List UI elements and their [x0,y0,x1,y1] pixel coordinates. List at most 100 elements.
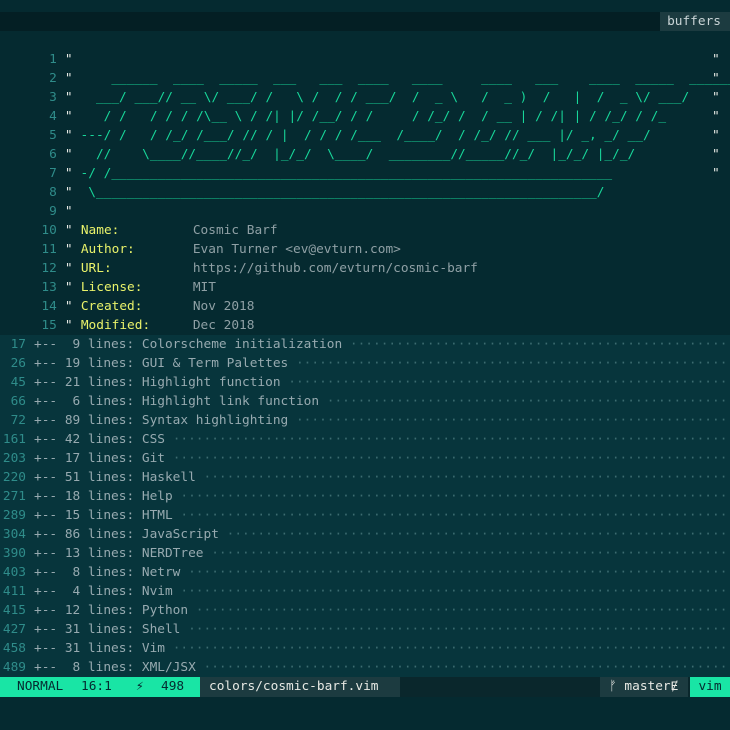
fold-fill: ········································… [164,432,728,447]
tabline: buffers [0,12,730,31]
line-number: 220 [2,470,26,485]
fold-line[interactable]: 220 +-- 51 lines: Haskell ···············… [0,468,730,487]
fold-fill: ········································… [188,603,728,618]
line-number: 427 [2,622,26,637]
fold-line[interactable]: 203 +-- 17 lines: Git ···················… [0,449,730,468]
code-line: 12 " URL: https://github.com/evturn/cosmic-… [0,240,730,276]
fold-line[interactable]: 304 +-- 86 lines: JavaScript ············… [0,525,730,544]
line-number: 161 [2,432,26,447]
code-line: 13 " License: MIT [0,259,730,295]
fold-fill: ········································… [342,337,728,352]
fold-summary: +-- 4 lines: Nvim [34,584,173,599]
comment-quote-right: " [712,128,720,143]
fold-line[interactable]: 289 +-- 15 lines: HTML ··················… [0,506,730,525]
editor-buffer[interactable]: 1 " 2 " ______ ____ _____ ___ ___ ____ ___… [0,31,730,677]
line-number: 45 [10,375,26,390]
line-number: 17 [10,337,26,352]
fold-summary: +-- 9 lines: Colorscheme initialization [34,337,343,352]
line-count: 498 [161,679,185,694]
code-line-current: 16" [0,316,730,353]
comment-quote-right: " [712,166,720,181]
fold-summary: +-- 31 lines: Shell [34,622,181,637]
fold-line[interactable]: 415 +-- 12 lines: Python ················… [0,601,730,620]
lightning-icon: ⚡ [136,679,144,694]
fold-summary: +-- 8 lines: Netrw [34,565,181,580]
buffers-tab[interactable]: buffers [660,12,730,31]
fold-summary: +-- 8 lines: XML/JSX [34,660,196,675]
fold-fill: ········································… [288,356,728,371]
fold-line[interactable]: 411 +-- 4 lines: Nvim ···················… [0,582,730,601]
fold-summary: +-- 86 lines: JavaScript [34,527,219,542]
fold-fill: ········································… [180,622,728,637]
fold-line[interactable]: 161 +-- 42 lines: CSS ···················… [0,430,730,449]
comment-quote-right: " [712,109,720,124]
fold-line[interactable]: 17 +-- 9 lines: Colorscheme initializatio… [0,335,730,354]
fold-summary: +-- 18 lines: Help [34,489,173,504]
fold-line[interactable]: 45 +-- 21 lines: Highlight function ·····… [0,373,730,392]
code-line: 15 " Modified: Dec 2018 [0,297,730,333]
fold-line[interactable]: 489 +-- 8 lines: XML/JSX ················… [0,658,730,677]
fold-fill: ········································… [218,527,728,542]
code-line: 4 " / / / / / /\__ \ / /| |/ /__/ / / / /… [0,88,730,124]
line-number: 411 [2,584,26,599]
code-line: 9 " [0,183,730,219]
fold-line[interactable]: 72 +-- 89 lines: Syntax highlighting ····… [0,411,730,430]
cursor-position: 16:1 [81,679,112,694]
fold-summary: +-- 31 lines: Vim [34,641,165,656]
fold-fill: ········································… [172,584,728,599]
fold-line[interactable]: 458 +-- 31 lines: Vim ···················… [0,639,730,658]
git-branch: ᚠ masterɆ [600,677,688,697]
line-number: 66 [10,394,26,409]
comment-quote-right: " [712,90,720,105]
fold-line[interactable]: 26 +-- 19 lines: GUI & Term Palettes ····… [0,354,730,373]
line-number: 403 [2,565,26,580]
fold-fill: ········································… [319,394,728,409]
line-number: 304 [2,527,26,542]
code-line: 11 " Author: Evan Turner <ev@evturn.com> [0,221,730,257]
comment-quote-right: " [712,71,720,86]
filename[interactable]: colors/cosmic-barf.vim [200,677,400,697]
code-line: 14 " Created: Nov 2018 [0,278,730,314]
fold-fill: ········································… [180,565,728,580]
line-number: 415 [2,603,26,618]
line-number: 458 [2,641,26,656]
line-number: 289 [2,508,26,523]
fold-summary: +-- 51 lines: Haskell [34,470,196,485]
code-line: 3 " ___/ ___// __ \/ ___/ / \ / / / ___/ … [0,69,730,105]
code-line: 10 " Name: Cosmic Barf [0,202,730,238]
fold-summary: +-- 89 lines: Syntax highlighting [34,413,289,428]
statusline: NORMAL 16:1 ⚡ 498 colors/cosmic-barf.vim… [0,677,730,697]
fold-fill: ········································… [164,451,728,466]
fold-line[interactable]: 427 +-- 31 lines: Shell ·················… [0,620,730,639]
branch-name: master [624,679,671,694]
fold-summary: +-- 15 lines: HTML [34,508,173,523]
comment-quote-right: " [712,52,720,67]
code-line: 7 " -/ /_________________________________… [0,145,730,181]
line-number: 203 [2,451,26,466]
line-number: 26 [10,356,26,371]
code-line: 5 " ---/ / / /_/ /___/ // / | / / / /___ … [0,107,730,143]
modified-icon: Ɇ [670,679,679,694]
code-line: 2 " ______ ____ _____ ___ ___ ____ ____ _… [0,50,730,86]
fold-fill: ········································… [172,508,728,523]
branch-icon: ᚠ [609,679,617,694]
fold-summary: +-- 12 lines: Python [34,603,189,618]
line-number: 390 [2,546,26,561]
fold-summary: +-- 42 lines: CSS [34,432,165,447]
fold-summary: +-- 6 lines: Highlight link function [34,394,320,409]
fold-fill: ········································… [172,489,728,504]
fold-line[interactable]: 390 +-- 13 lines: NERDTree ··············… [0,544,730,563]
filetype: vim [690,677,730,697]
fold-fill: ········································… [195,470,728,485]
line-number: 72 [10,413,26,428]
line-number: 489 [2,660,26,675]
code-line: 6 " // \____//____//_/ |_/_/ \____/ _____… [0,126,730,162]
fold-summary: +-- 17 lines: Git [34,451,165,466]
line-number: 271 [2,489,26,504]
fold-summary: +-- 21 lines: Highlight function [34,375,281,390]
code-line: 1 " [0,31,730,67]
fold-line[interactable]: 66 +-- 6 lines: Highlight link function ·… [0,392,730,411]
fold-line[interactable]: 271 +-- 18 lines: Help ··················… [0,487,730,506]
fold-summary: +-- 13 lines: NERDTree [34,546,204,561]
fold-line[interactable]: 403 +-- 8 lines: Netrw ··················… [0,563,730,582]
